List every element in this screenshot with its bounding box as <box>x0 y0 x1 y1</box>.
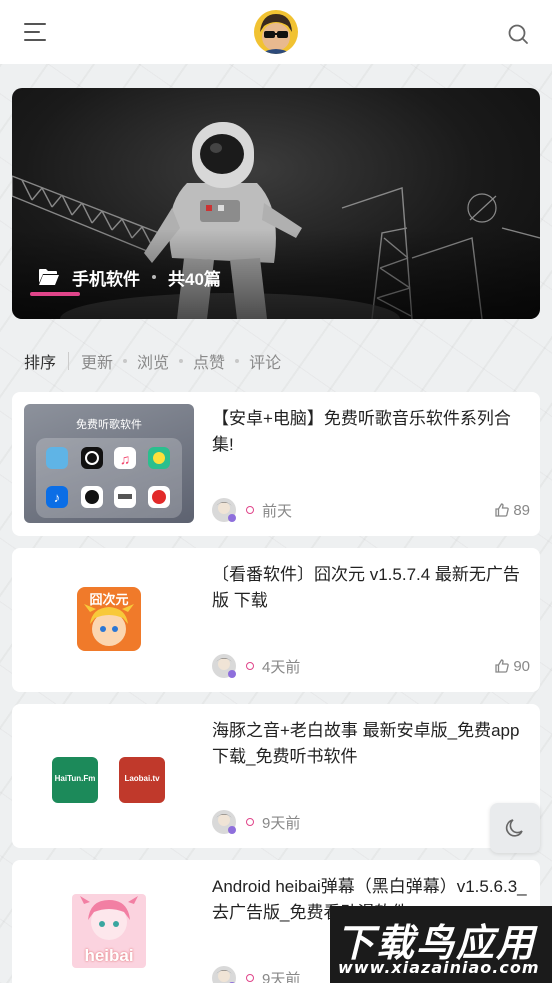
sort-option-comments[interactable]: 评论 <box>249 349 281 373</box>
post-time: 9天前 <box>262 970 301 983</box>
moon-icon <box>505 819 523 837</box>
jiociyuan-app-icon <box>77 587 141 651</box>
status-dot <box>246 974 254 982</box>
category-banner: 手机软件 共40篇 <box>12 88 540 319</box>
like-count[interactable]: 90 <box>494 658 530 675</box>
post-time: 前天 <box>262 502 293 520</box>
menu-icon[interactable] <box>24 22 48 42</box>
post-time: 9天前 <box>262 814 301 832</box>
post-card[interactable]: 囧次元 〔看番软件〕囧次元 v1.5.7.4 最新无广告版 下载 4天前 90 <box>12 548 540 692</box>
author-avatar[interactable] <box>212 498 236 522</box>
post-title[interactable]: 【安卓+电脑】免费听歌音乐软件系列合集! <box>212 406 530 458</box>
separator-dot <box>152 275 156 279</box>
post-card[interactable]: HaiTun.Fm Laobai.tv 海豚之音+老白故事 最新安卓版_免费ap… <box>12 704 540 848</box>
post-card[interactable]: 免费听歌软件 ♫ ♪ 【安卓+电脑】免费听歌音乐软件系列合集! 前天 89 <box>12 392 540 536</box>
author-avatar[interactable] <box>212 810 236 834</box>
separator-dot <box>235 359 240 363</box>
post-time: 4天前 <box>262 658 301 676</box>
category-name: 手机软件 <box>72 269 140 289</box>
sort-bar: 排序 更新 浏览 点赞 评论 <box>24 348 281 374</box>
svg-text:♫: ♫ <box>120 451 131 467</box>
title-underline <box>30 292 80 296</box>
post-title[interactable]: 海豚之音+老白故事 最新安卓版_免费app下载_免费听书软件 <box>212 718 530 770</box>
laobai-app-name: Laobai.tv <box>124 774 160 783</box>
folder-open-icon <box>39 269 59 285</box>
thumbs-up-icon <box>495 659 510 673</box>
post-meta: 4天前 90 <box>212 654 530 678</box>
app-name-text: 囧次元 <box>89 592 129 607</box>
post-thumbnail: 囧次元 <box>24 560 194 679</box>
banner-title: 手机软件 共40篇 <box>38 264 221 290</box>
top-bar <box>0 0 552 64</box>
post-meta: 9天前 <box>212 810 530 834</box>
user-avatar[interactable] <box>254 10 298 54</box>
sort-option-likes[interactable]: 点赞 <box>193 349 225 373</box>
heibai-app-icon <box>72 894 146 968</box>
status-dot <box>246 818 254 826</box>
like-count[interactable]: 89 <box>494 502 530 519</box>
separator-dot <box>179 359 184 363</box>
site-watermark: 下载鸟应用 www.xiazainiao.com <box>330 906 552 983</box>
article-count: 共40篇 <box>168 269 221 289</box>
divider <box>68 352 70 370</box>
app-name-text: heibai <box>84 946 134 965</box>
author-avatar[interactable] <box>212 966 236 983</box>
post-thumbnail: HaiTun.Fm Laobai.tv <box>24 716 194 835</box>
search-icon[interactable] <box>506 22 530 46</box>
post-title[interactable]: 〔看番软件〕囧次元 v1.5.7.4 最新无广告版 下载 <box>212 562 530 614</box>
sort-label: 排序 <box>24 355 57 372</box>
post-thumbnail: 免费听歌软件 ♫ ♪ <box>24 404 194 523</box>
post-meta: 前天 89 <box>212 498 530 522</box>
status-dot <box>246 662 254 670</box>
author-avatar[interactable] <box>212 654 236 678</box>
sort-option-update[interactable]: 更新 <box>81 349 113 373</box>
post-thumbnail: heibai <box>24 872 194 983</box>
separator-dot <box>123 359 128 363</box>
like-count-value: 89 <box>513 501 530 519</box>
thumbs-up-icon <box>495 503 510 517</box>
like-count-value: 90 <box>513 657 530 675</box>
app-icons-grid: ♫ ♪ <box>46 447 170 508</box>
watermark-url: www.xiazainiao.com <box>338 958 540 977</box>
status-dot <box>246 506 254 514</box>
svg-text:♪: ♪ <box>54 490 61 505</box>
sort-option-views[interactable]: 浏览 <box>137 349 169 373</box>
night-mode-button[interactable] <box>490 803 540 853</box>
haitun-app-name: HaiTun.Fm <box>54 774 96 783</box>
